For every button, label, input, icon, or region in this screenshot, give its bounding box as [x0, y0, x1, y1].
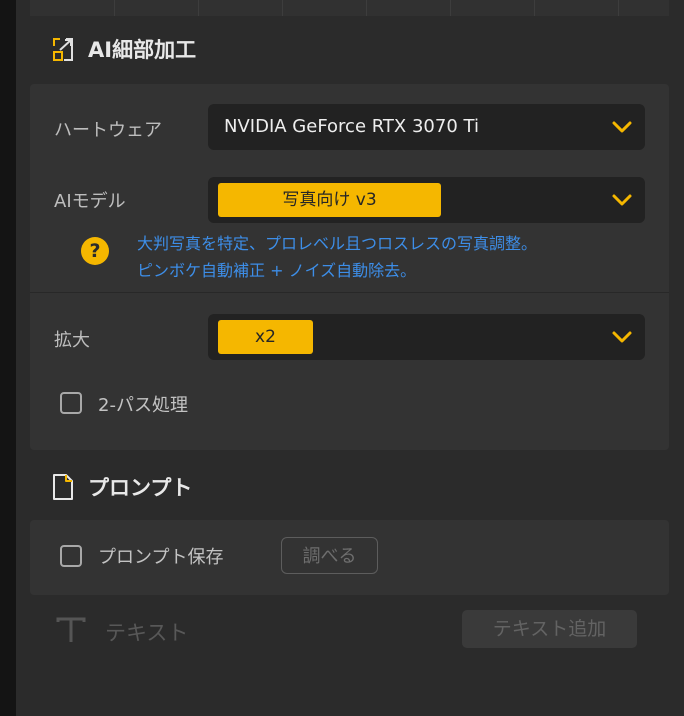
text-icon [56, 617, 86, 642]
prompt-save-label: プロンプト保存 [98, 547, 224, 568]
toolbar-separator [366, 0, 367, 16]
model-hint-line-2: ピンボケ自動補正 + ノイズ自動除去。 [137, 261, 417, 280]
ai-model-value: 写真向け v3 [218, 183, 441, 217]
toolbar-separator [450, 0, 451, 16]
toolbar-separator [282, 0, 283, 16]
document-icon [53, 474, 73, 500]
top-toolbar-remnant [30, 0, 669, 16]
toolbar-separator [114, 0, 115, 16]
prompt-header: プロンプト [52, 472, 192, 502]
toolbar-separator [198, 0, 199, 16]
hardware-value: NVIDIA GeForce RTX 3070 Ti [224, 116, 479, 137]
text-label: テキスト [105, 621, 189, 645]
two-pass-label: 2-パス処理 [98, 395, 188, 416]
ai-model-label: AIモデル [54, 191, 126, 212]
chevron-down-icon [612, 331, 632, 343]
left-edge-strip [0, 0, 16, 716]
prompt-title: プロンプト [88, 476, 193, 500]
toolbar-separator [534, 0, 535, 16]
hardware-label: ハートウェア [54, 120, 162, 141]
hardware-select[interactable]: NVIDIA GeForce RTX 3070 Ti [208, 104, 645, 150]
model-hint-line-1: 大判写真を特定、プロレベル且つロスレスの写真調整。 [137, 234, 538, 253]
add-text-button[interactable]: テキスト追加 [462, 610, 637, 648]
help-icon: ? [81, 237, 109, 265]
toolbar-separator [618, 0, 619, 16]
chevron-down-icon [612, 121, 632, 133]
prompt-save-checkbox[interactable] [60, 545, 82, 567]
ai-detail-title: AI細部加工 [88, 38, 197, 62]
panel-divider [30, 292, 669, 293]
enhance-resize-icon [53, 38, 73, 61]
scale-label: 拡大 [54, 330, 90, 351]
scale-select[interactable]: x2 [208, 314, 645, 360]
chevron-down-icon [612, 194, 632, 206]
browse-button[interactable]: 調べる [281, 537, 378, 574]
ai-model-select[interactable]: 写真向け v3 [208, 177, 645, 223]
ai-detail-header: AI細部加工 [52, 34, 196, 64]
scale-value: x2 [218, 320, 313, 354]
two-pass-checkbox[interactable] [60, 392, 82, 414]
